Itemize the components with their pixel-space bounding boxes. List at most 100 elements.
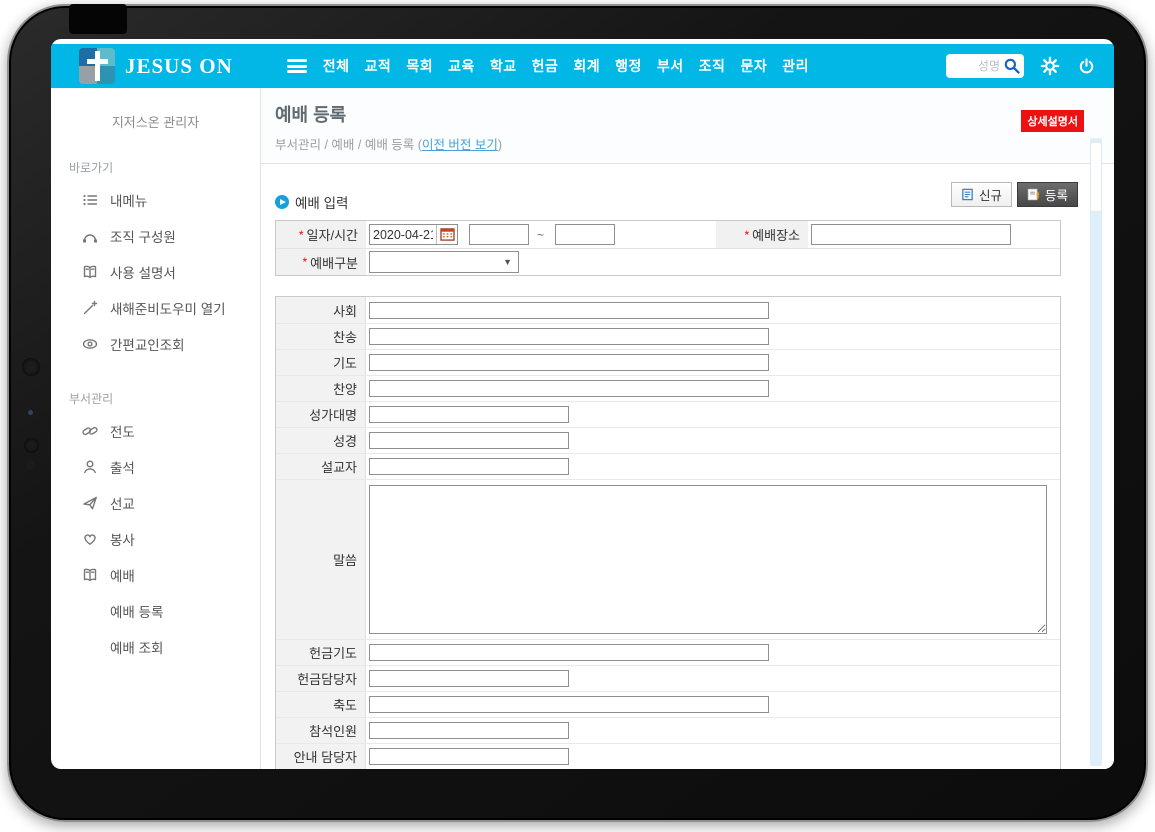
nav-item-3[interactable]: 교육 — [448, 56, 475, 76]
nav-item-6[interactable]: 회계 — [573, 56, 600, 76]
date-input[interactable] — [370, 228, 436, 242]
worship-entry-section: 예배 입력 신규 — [261, 164, 1114, 769]
offering-manager-label: 헌금담당자 — [276, 666, 366, 691]
worship-header-table: *일자/시간 — [275, 220, 1061, 276]
new-button[interactable]: 신규 — [951, 182, 1012, 207]
usher-manager-input[interactable] — [369, 748, 569, 765]
tablet-top-button — [69, 4, 127, 34]
nav-item-11[interactable]: 관리 — [782, 56, 809, 76]
search-icon[interactable] — [1003, 57, 1021, 75]
time-separator: ~ — [537, 228, 544, 242]
worship-type-select[interactable]: ▼ — [369, 251, 519, 273]
sidebar-section-label: 바로가기 — [69, 159, 260, 176]
preacher-label: 설교자 — [276, 454, 366, 479]
place-label: *예배장소 — [716, 221, 808, 248]
bezel-camera — [26, 461, 35, 470]
scrollbar-thumb[interactable] — [1090, 142, 1102, 212]
sermon-textarea[interactable] — [369, 485, 1047, 634]
power-icon[interactable] — [1076, 56, 1096, 76]
form-row-hymn: 찬송 — [276, 323, 1060, 349]
sidebar-sections: 바로가기내메뉴조직 구성원사용 설명서새해준비도우미 열기간편교인조회부서관리전… — [51, 159, 260, 665]
name-search-box — [946, 54, 1024, 78]
worship-form-table: 사회찬송기도찬양성가대명성경설교자말씀헌금기도헌금담당자축도참석인원안내 담당자 — [275, 296, 1061, 769]
sidebar-item-my-menu[interactable]: 내메뉴 — [51, 182, 260, 218]
benediction-label: 축도 — [276, 692, 366, 717]
prayer-input[interactable] — [369, 354, 769, 371]
form-row-choir-name: 성가대명 — [276, 401, 1060, 427]
sidebar-item-evangelism[interactable]: 전도 — [51, 413, 260, 449]
detail-manual-button[interactable]: 상세설명서 — [1021, 110, 1084, 132]
submit-button[interactable]: 등록 — [1017, 182, 1078, 207]
moderator-input[interactable] — [369, 302, 769, 319]
nav-item-8[interactable]: 부서 — [657, 56, 684, 76]
cross-logo-icon — [79, 48, 115, 84]
sidebar: 지저스온 관리자 바로가기내메뉴조직 구성원사용 설명서새해준비도우미 열기간편… — [51, 88, 261, 769]
offering-manager-input[interactable] — [369, 670, 569, 687]
calendar-icon[interactable] — [436, 225, 457, 244]
place-input[interactable] — [811, 224, 1011, 245]
nav-item-0[interactable]: 전체 — [323, 56, 350, 76]
attendee-count-input[interactable] — [369, 722, 569, 739]
nav-item-2[interactable]: 목회 — [406, 56, 433, 76]
sidebar-item-attendance[interactable]: 출석 — [51, 449, 260, 485]
previous-version-link[interactable]: 이전 버전 보기 — [422, 138, 498, 152]
heart-icon — [81, 531, 98, 548]
organization-icon — [81, 228, 98, 245]
prayer-label: 기도 — [276, 350, 366, 375]
gear-icon[interactable] — [1040, 56, 1060, 76]
sidebar-item-worship[interactable]: 예배 — [51, 557, 260, 593]
topbar-right — [946, 54, 1096, 78]
form-row-moderator: 사회 — [276, 297, 1060, 323]
time-start-input[interactable] — [469, 224, 529, 245]
app-logo[interactable]: JESUS ON — [79, 48, 233, 84]
book-icon — [81, 567, 98, 584]
bezel-camera — [24, 438, 39, 453]
sidebar-item-service[interactable]: 봉사 — [51, 521, 260, 557]
praise-input[interactable] — [369, 380, 769, 397]
sidebar-item-mission[interactable]: 선교 — [51, 485, 260, 521]
bible-input[interactable] — [369, 432, 569, 449]
hymn-input[interactable] — [369, 328, 769, 345]
offering-prayer-input[interactable] — [369, 644, 769, 661]
preacher-input[interactable] — [369, 458, 569, 475]
hamburger-icon[interactable] — [287, 59, 307, 73]
choir-name-input[interactable] — [369, 406, 569, 423]
form-row-attendee-count: 참석인원 — [276, 717, 1060, 743]
nav-item-4[interactable]: 학교 — [490, 56, 517, 76]
attendee-count-label: 참석인원 — [276, 718, 366, 743]
nav-item-5[interactable]: 헌금 — [532, 56, 559, 76]
menu-list-icon — [81, 192, 98, 209]
sermon-label: 말씀 — [276, 480, 366, 639]
sidebar-subitem-worship-1[interactable]: 예배 조회 — [51, 629, 260, 665]
nav-item-1[interactable]: 교적 — [365, 56, 392, 76]
plane-icon — [81, 495, 98, 512]
scrollbar-track[interactable] — [1090, 138, 1102, 766]
nav-item-7[interactable]: 행정 — [615, 56, 642, 76]
new-document-icon — [961, 188, 974, 201]
benediction-input[interactable] — [369, 696, 769, 713]
sidebar-item-new-year-helper[interactable]: 새해준비도우미 열기 — [51, 290, 260, 326]
sidebar-subitem-worship-0[interactable]: 예배 등록 — [51, 593, 260, 629]
eye-icon — [81, 336, 98, 353]
bezel-sensor-dot — [28, 410, 33, 415]
nav-item-10[interactable]: 문자 — [740, 56, 767, 76]
sidebar-item-user-manual[interactable]: 사용 설명서 — [51, 254, 260, 290]
form-row-prayer: 기도 — [276, 349, 1060, 375]
form-row-offering-prayer: 헌금기도 — [276, 639, 1060, 665]
sidebar-item-org-members[interactable]: 조직 구성원 — [51, 218, 260, 254]
date-box — [369, 224, 458, 245]
search-input[interactable] — [952, 59, 1000, 73]
nav-item-9[interactable]: 조직 — [699, 56, 726, 76]
page-title: 예배 등록 — [275, 101, 1114, 127]
form-row-bible: 성경 — [276, 427, 1060, 453]
person-icon — [81, 459, 98, 476]
top-navbar: JESUS ON 전체 교적 목회 교육 학교 헌금 회계 행정 부서 조직 문자 관리 — [51, 44, 1114, 88]
chevron-down-icon: ▼ — [503, 257, 512, 267]
sidebar-item-simple-member-search[interactable]: 간편교인조회 — [51, 326, 260, 362]
time-end-input[interactable] — [555, 224, 615, 245]
form-row-offering-manager: 헌금담당자 — [276, 665, 1060, 691]
tablet-frame: JESUS ON 전체 교적 목회 교육 학교 헌금 회계 행정 부서 조직 문자 관리 — [7, 4, 1148, 822]
bezel-camera — [22, 358, 40, 376]
bible-label: 성경 — [276, 428, 366, 453]
breadcrumb: 부서관리 / 예배 / 예배 등록 (이전 버전 보기) — [275, 134, 1114, 153]
